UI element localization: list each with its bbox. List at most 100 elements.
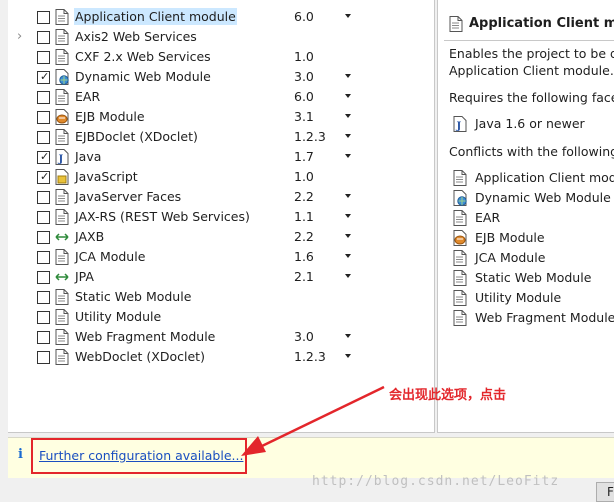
- facet-checkbox[interactable]: [37, 271, 50, 284]
- version-dropdown-arrow-icon[interactable]: [345, 94, 351, 98]
- checkmark-icon: ✓: [40, 150, 50, 163]
- version-dropdown-arrow-icon[interactable]: [345, 134, 351, 138]
- facet-row[interactable]: Static Web Module: [8, 287, 434, 307]
- facet-row[interactable]: JAXB 2.2: [8, 227, 434, 247]
- facet-checkbox[interactable]: ✓: [37, 71, 50, 84]
- facet-name: EJB Module: [75, 109, 145, 124]
- conflicts-label: Conflicts with the following fa: [449, 144, 614, 159]
- version-dropdown-arrow-icon[interactable]: [345, 334, 351, 338]
- facet-version[interactable]: 3.0: [294, 67, 314, 87]
- facet-version[interactable]: 1.2.3: [294, 127, 326, 147]
- facet-name: JCA Module: [75, 249, 146, 264]
- bean-page-icon: [55, 109, 69, 125]
- facet-row[interactable]: EAR 6.0: [8, 87, 434, 107]
- facet-row[interactable]: JPA 2.1: [8, 267, 434, 287]
- facet-checkbox[interactable]: [37, 11, 50, 24]
- facet-name: Application Client module: [74, 8, 237, 25]
- java-page-icon: J: [453, 116, 467, 132]
- facet-checkbox[interactable]: [37, 211, 50, 224]
- facet-name: Axis2 Web Services: [75, 29, 197, 44]
- svg-text:J: J: [456, 121, 462, 132]
- facet-row[interactable]: ✓ Dynamic Web Module 3.0: [8, 67, 434, 87]
- version-dropdown-arrow-icon[interactable]: [345, 114, 351, 118]
- version-dropdown-arrow-icon[interactable]: [345, 194, 351, 198]
- info-icon: i: [18, 447, 23, 462]
- arrows-icon: [55, 233, 69, 241]
- facet-name: Utility Module: [75, 309, 162, 324]
- js-page-icon: [55, 169, 69, 185]
- facet-row[interactable]: EJBDoclet (XDoclet) 1.2.3: [8, 127, 434, 147]
- facet-checkbox[interactable]: [37, 31, 50, 44]
- conflicting-facet-item: Utility Module: [449, 288, 614, 308]
- required-facet-item: J Java 1.6 or newer: [449, 114, 614, 134]
- next-button[interactable]: F: [596, 482, 614, 502]
- facet-row[interactable]: EJB Module 3.1: [8, 107, 434, 127]
- details-description-line2: Application Client module.: [449, 63, 614, 78]
- conflicting-facet-item: Static Web Module: [449, 268, 614, 288]
- facet-checkbox[interactable]: [37, 291, 50, 304]
- facet-row[interactable]: JAX-RS (REST Web Services) 1.1: [8, 207, 434, 227]
- facet-checkbox[interactable]: [37, 351, 50, 364]
- expand-arrow-icon[interactable]: ›: [17, 30, 27, 44]
- details-separator: [444, 40, 614, 41]
- facet-row[interactable]: ✓ J Java 1.7: [8, 147, 434, 167]
- facet-checkbox[interactable]: [37, 331, 50, 344]
- version-dropdown-arrow-icon[interactable]: [345, 214, 351, 218]
- facet-version[interactable]: 1.0: [294, 47, 314, 67]
- facet-checkbox[interactable]: ✓: [37, 171, 50, 184]
- watermark: http://blog.csdn.net/LeoFitz: [312, 474, 560, 489]
- facet-checkbox[interactable]: [37, 51, 50, 64]
- facet-version[interactable]: 2.1: [294, 267, 314, 287]
- facet-checkbox[interactable]: ✓: [37, 151, 50, 164]
- version-dropdown-arrow-icon[interactable]: [345, 14, 351, 18]
- facet-version[interactable]: 6.0: [294, 87, 314, 107]
- arrows-icon: [55, 273, 69, 281]
- facet-checkbox[interactable]: [37, 91, 50, 104]
- version-dropdown-arrow-icon[interactable]: [345, 254, 351, 258]
- checkmark-icon: ✓: [40, 170, 50, 183]
- facet-checkbox[interactable]: [37, 131, 50, 144]
- page-icon: [449, 16, 463, 32]
- checkmark-icon: ✓: [40, 70, 50, 83]
- facet-version[interactable]: 1.1: [294, 207, 314, 227]
- version-dropdown-arrow-icon[interactable]: [345, 354, 351, 358]
- annotation-text: 会出现此选项，点击: [389, 388, 507, 403]
- facet-row[interactable]: Web Fragment Module 3.0: [8, 327, 434, 347]
- conflicting-facet-item: EAR: [449, 208, 614, 228]
- facet-version[interactable]: 1.2.3: [294, 347, 326, 367]
- page-icon: [453, 270, 467, 286]
- version-dropdown-arrow-icon[interactable]: [345, 74, 351, 78]
- facet-row[interactable]: › Axis2 Web Services: [8, 27, 434, 47]
- facet-version[interactable]: 3.1: [294, 107, 314, 127]
- facet-row[interactable]: CXF 2.x Web Services 1.0: [8, 47, 434, 67]
- facet-checkbox[interactable]: [37, 311, 50, 324]
- conflicting-facet-item: JCA Module: [449, 248, 614, 268]
- conflicting-facet-item: Dynamic Web Module: [449, 188, 614, 208]
- facet-version[interactable]: 1.6: [294, 247, 314, 267]
- conflicting-facet-item: Web Fragment Module: [449, 308, 614, 328]
- facet-version[interactable]: 2.2: [294, 187, 314, 207]
- facet-row[interactable]: Application Client module 6.0: [8, 7, 434, 27]
- facet-row[interactable]: ✓ JavaScript 1.0: [8, 167, 434, 187]
- page-icon: [55, 349, 69, 365]
- globe-page-icon: [55, 69, 69, 85]
- facet-version[interactable]: 6.0: [294, 7, 314, 27]
- version-dropdown-arrow-icon[interactable]: [345, 154, 351, 158]
- facet-version[interactable]: 2.2: [294, 227, 314, 247]
- facet-checkbox[interactable]: [37, 191, 50, 204]
- page-icon: [55, 89, 69, 105]
- facet-checkbox[interactable]: [37, 231, 50, 244]
- facet-row[interactable]: WebDoclet (XDoclet) 1.2.3: [8, 347, 434, 367]
- details-title-text: Application Client module: [469, 16, 614, 31]
- facet-checkbox[interactable]: [37, 251, 50, 264]
- facet-version[interactable]: 1.0: [294, 167, 314, 187]
- facet-checkbox[interactable]: [37, 111, 50, 124]
- page-icon: [55, 29, 69, 45]
- facet-row[interactable]: JCA Module 1.6: [8, 247, 434, 267]
- facet-version[interactable]: 3.0: [294, 327, 314, 347]
- version-dropdown-arrow-icon[interactable]: [345, 234, 351, 238]
- facet-version[interactable]: 1.7: [294, 147, 314, 167]
- facet-row[interactable]: Utility Module: [8, 307, 434, 327]
- facet-row[interactable]: JavaServer Faces 2.2: [8, 187, 434, 207]
- version-dropdown-arrow-icon[interactable]: [345, 274, 351, 278]
